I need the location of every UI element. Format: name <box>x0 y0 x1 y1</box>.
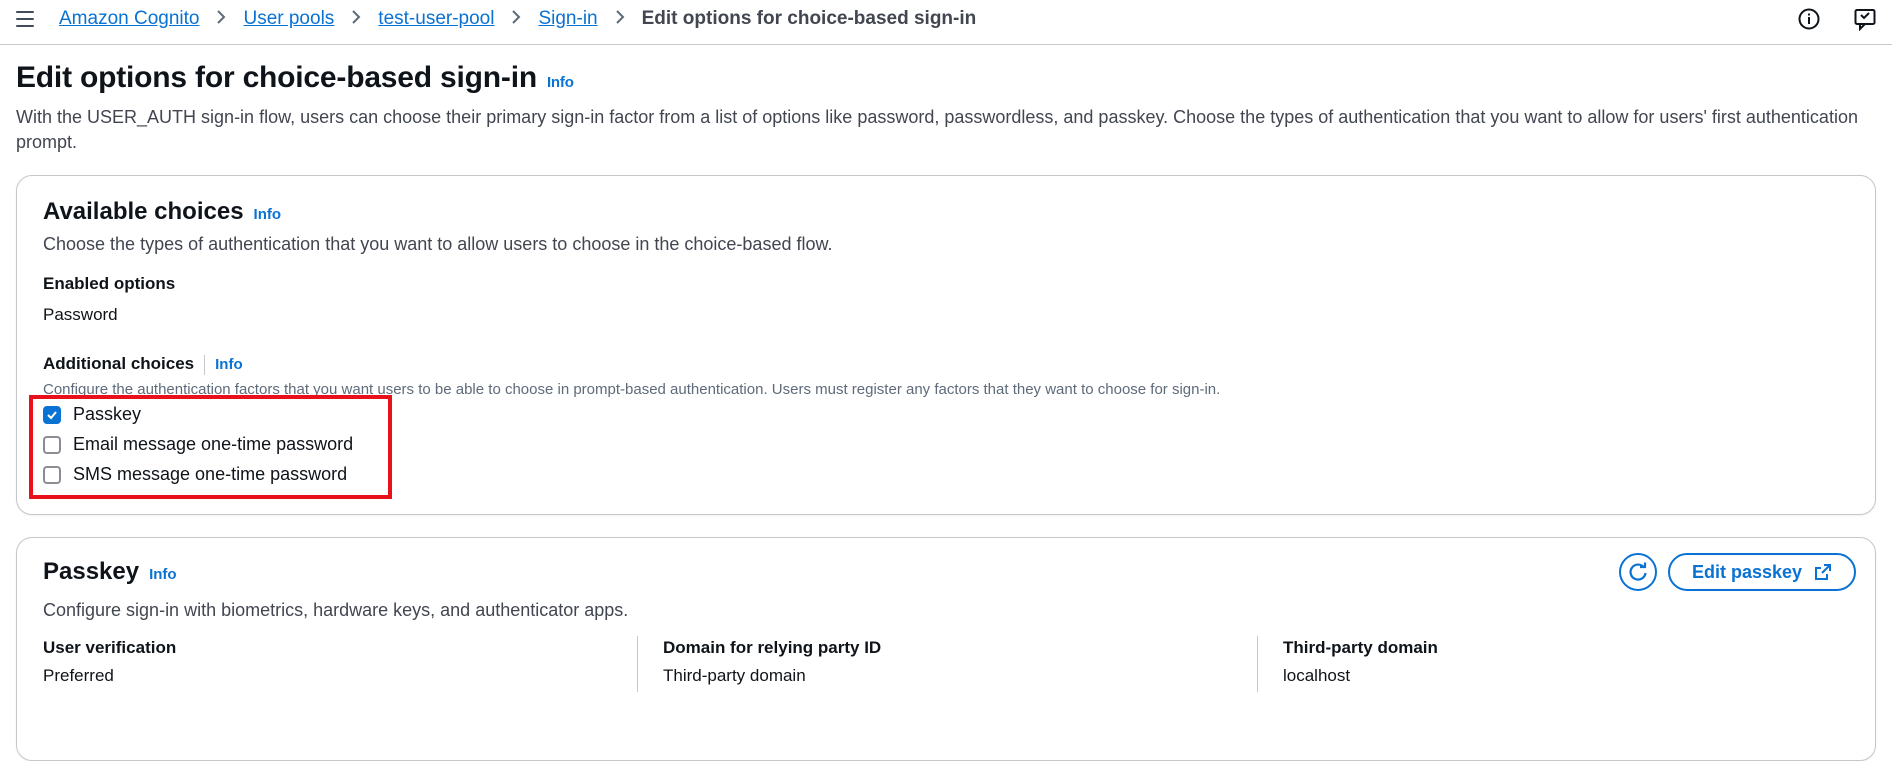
field-third-party-domain: Third-party domain localhost <box>1283 638 1438 694</box>
additional-choices-label-text: Additional choices <box>43 354 195 373</box>
menu-icon[interactable] <box>16 8 36 30</box>
breadcrumb-item-sign-in[interactable]: Sign-in <box>538 8 597 30</box>
available-choices-description: Choose the types of authentication that … <box>43 234 833 254</box>
page-info-link[interactable]: Info <box>547 74 574 91</box>
refresh-button[interactable] <box>1619 553 1657 591</box>
field-third-party-domain-value: localhost <box>1283 666 1351 685</box>
breadcrumb-item-user-pools[interactable]: User pools <box>243 8 334 30</box>
enabled-options-label: Enabled options <box>43 274 176 293</box>
edit-passkey-label: Edit passkey <box>1692 561 1803 582</box>
field-third-party-domain-label: Third-party domain <box>1283 638 1438 657</box>
passkey-title: Passkey Info <box>43 558 177 586</box>
field-user-verification: User verification Preferred <box>43 638 176 694</box>
edit-passkey-button[interactable]: Edit passkey <box>1668 553 1857 591</box>
breadcrumb: Amazon Cognito User pools test-user-pool… <box>59 8 976 30</box>
breadcrumb-item-amazon-cognito[interactable]: Amazon Cognito <box>59 8 199 30</box>
field-user-verification-label: User verification <box>43 638 177 657</box>
top-navigation: Amazon Cognito User pools test-user-pool… <box>0 0 1892 45</box>
page-content: Edit options for choice-based sign-in Inf… <box>0 45 1892 761</box>
passkey-info-link[interactable]: Info <box>149 566 177 583</box>
passkey-title-text: Passkey <box>43 558 140 585</box>
breadcrumb-current: Edit options for choice-based sign-in <box>641 8 977 29</box>
additional-choices-info-link[interactable]: Info <box>215 356 243 373</box>
page-description: With the USER_AUTH sign-in flow, users c… <box>16 107 1858 152</box>
chevron-right-icon <box>216 9 226 30</box>
breadcrumb-item-test-user-pool[interactable]: test-user-pool <box>378 8 494 30</box>
refresh-icon <box>1629 562 1647 581</box>
available-choices-info-link[interactable]: Info <box>254 206 282 223</box>
chevron-right-icon <box>615 9 625 30</box>
page-title-text: Edit options for choice-based sign-in <box>16 61 537 94</box>
available-choices-title-text: Available choices <box>43 198 244 225</box>
field-user-verification-value: Preferred <box>43 666 114 685</box>
enabled-options-value: Password <box>43 305 118 324</box>
field-domain-relying-party: Domain for relying party ID Third-party … <box>663 638 881 694</box>
additional-choices-label: Additional choices Info <box>43 354 243 375</box>
highlight-box <box>29 395 392 499</box>
divider <box>204 354 206 375</box>
passkey-container: Passkey Info Configure sign-in with biome… <box>16 537 1876 761</box>
column-divider <box>637 636 638 692</box>
passkey-description: Configure sign-in with biometrics, hardw… <box>43 600 629 620</box>
field-domain-relying-party-value: Third-party domain <box>663 666 806 685</box>
chevron-right-icon <box>351 9 361 30</box>
info-circle-icon[interactable] <box>1797 7 1821 31</box>
feedback-icon[interactable] <box>1853 7 1877 32</box>
chevron-right-icon <box>511 9 521 30</box>
field-domain-relying-party-label: Domain for relying party ID <box>663 638 882 657</box>
column-divider <box>1257 636 1258 692</box>
external-link-icon <box>1815 564 1832 580</box>
available-choices-title: Available choices Info <box>43 198 281 226</box>
page-title: Edit options for choice-based sign-in Inf… <box>16 61 574 95</box>
